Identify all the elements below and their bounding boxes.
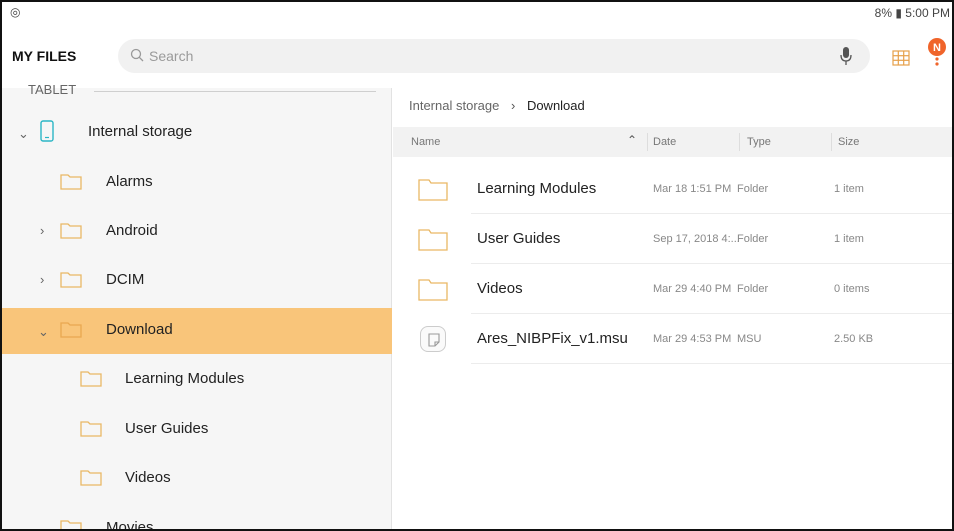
file-date: Mar 29 4:40 PM xyxy=(653,283,732,295)
battery-icon: ▮ xyxy=(895,6,902,20)
sidebar-item-label: User Guides xyxy=(125,420,209,437)
sidebar-item-label: DCIM xyxy=(106,271,145,288)
folder-icon xyxy=(80,371,102,387)
file-size: 0 items xyxy=(834,283,870,295)
sidebar-item-user-guides[interactable]: User Guides xyxy=(2,407,392,453)
file-row[interactable]: Videos Mar 29 4:40 PM Folder 0 items xyxy=(393,264,952,314)
avatar-icon: N xyxy=(928,38,946,66)
status-right: 8% ▮ 5:00 PM xyxy=(875,6,950,20)
file-size: 2.50 KB xyxy=(834,333,874,345)
sidebar-item-movies[interactable]: Movies xyxy=(2,506,392,531)
chevron-down-icon[interactable]: ⌄ xyxy=(18,126,29,141)
file-name: Learning Modules xyxy=(477,180,597,197)
file-name: Ares_NIBPFix_v1.msu xyxy=(477,330,628,347)
more-options-button[interactable]: N xyxy=(926,36,948,70)
folder-icon xyxy=(418,229,448,251)
document-icon xyxy=(428,333,440,347)
file-name: Videos xyxy=(477,280,523,297)
file-type: MSU xyxy=(737,333,762,345)
file-list-pane: Internal storage › Download Name ⌃ Date … xyxy=(393,88,952,529)
column-type[interactable]: Type xyxy=(747,136,771,148)
sidebar-item-learning-modules[interactable]: Learning Modules xyxy=(2,357,392,403)
file-date: Sep 17, 2018 4:... xyxy=(653,233,740,245)
breadcrumb-current: Download xyxy=(526,98,585,113)
app-bar: MY FILES Search N xyxy=(2,24,952,88)
sidebar-item-dcim[interactable]: › DCIM xyxy=(2,258,392,304)
sidebar-item-label: Movies xyxy=(106,519,154,531)
chevron-right-icon[interactable]: › xyxy=(40,223,50,238)
column-date[interactable]: Date xyxy=(653,136,676,148)
file-row[interactable]: User Guides Sep 17, 2018 4:... Folder 1 … xyxy=(393,214,952,264)
sidebar-item-alarms[interactable]: Alarms xyxy=(2,160,392,206)
divider xyxy=(471,363,952,364)
app-window: ◎ 8% ▮ 5:00 PM MY FILES Search N TABLET … xyxy=(0,0,954,531)
sidebar-item-label: Download xyxy=(106,321,173,338)
tablet-icon xyxy=(40,120,54,142)
app-title: MY FILES xyxy=(12,48,77,64)
grid-view-icon[interactable] xyxy=(892,50,910,66)
sidebar-section-label: TABLET xyxy=(28,82,77,97)
battery-level: 8% xyxy=(874,6,892,20)
file-icon xyxy=(420,326,446,352)
sidebar-item-label: Android xyxy=(106,222,158,239)
clock: 5:00 PM xyxy=(905,6,950,20)
file-type: Folder xyxy=(737,233,769,245)
sidebar-item-label: Learning Modules xyxy=(125,370,245,387)
file-date: Mar 29 4:53 PM xyxy=(653,333,732,345)
sidebar: TABLET ⌄ Internal storage Alarms › Andro… xyxy=(2,82,392,531)
folder-icon xyxy=(418,179,448,201)
folder-icon xyxy=(80,470,102,486)
file-row[interactable]: Learning Modules Mar 18 1:51 PM Folder 1… xyxy=(393,164,952,214)
sidebar-item-android[interactable]: › Android xyxy=(2,209,392,255)
folder-icon xyxy=(60,322,82,338)
sidebar-item-internal-storage[interactable]: ⌄ Internal storage xyxy=(2,110,392,156)
search-icon xyxy=(130,48,144,62)
sidebar-item-label: Internal storage xyxy=(88,123,193,140)
sidebar-item-label: Alarms xyxy=(106,173,153,190)
breadcrumb-root[interactable]: Internal storage xyxy=(409,98,499,113)
folder-icon xyxy=(60,174,82,190)
breadcrumb: Internal storage › Download xyxy=(409,98,585,113)
column-name[interactable]: Name xyxy=(411,136,440,148)
file-size: 1 item xyxy=(834,183,864,195)
folder-icon xyxy=(60,223,82,239)
column-header: Name ⌃ Date Type Size xyxy=(393,127,952,157)
divider xyxy=(739,133,740,151)
folder-icon xyxy=(80,421,102,437)
sidebar-item-download[interactable]: ⌄ Download xyxy=(2,308,392,354)
microphone-icon[interactable] xyxy=(840,46,852,66)
divider xyxy=(831,133,832,151)
avatar-letter: N xyxy=(933,42,941,54)
file-row[interactable]: Ares_NIBPFix_v1.msu Mar 29 4:53 PM MSU 2… xyxy=(393,314,952,364)
folder-icon xyxy=(60,272,82,288)
file-date: Mar 18 1:51 PM xyxy=(653,183,732,195)
file-size: 1 item xyxy=(834,233,864,245)
divider xyxy=(94,91,376,92)
folder-icon xyxy=(60,520,82,529)
chevron-right-icon: › xyxy=(510,98,516,113)
file-type: Folder xyxy=(737,183,769,195)
chevron-down-icon[interactable]: ⌄ xyxy=(38,324,49,339)
chevron-right-icon[interactable]: › xyxy=(40,272,50,287)
status-bar: ◎ 8% ▮ 5:00 PM xyxy=(2,2,952,24)
folder-icon xyxy=(418,279,448,301)
search-input[interactable]: Search xyxy=(149,48,193,64)
divider xyxy=(647,133,648,151)
file-name: User Guides xyxy=(477,230,561,247)
sidebar-item-videos[interactable]: Videos xyxy=(2,456,392,502)
refresh-icon: ◎ xyxy=(10,5,21,19)
file-type: Folder xyxy=(737,283,769,295)
sidebar-item-label: Videos xyxy=(125,469,171,486)
sort-ascending-icon[interactable]: ⌃ xyxy=(627,133,637,147)
column-size[interactable]: Size xyxy=(838,136,859,148)
search-bar[interactable]: Search xyxy=(118,39,870,73)
